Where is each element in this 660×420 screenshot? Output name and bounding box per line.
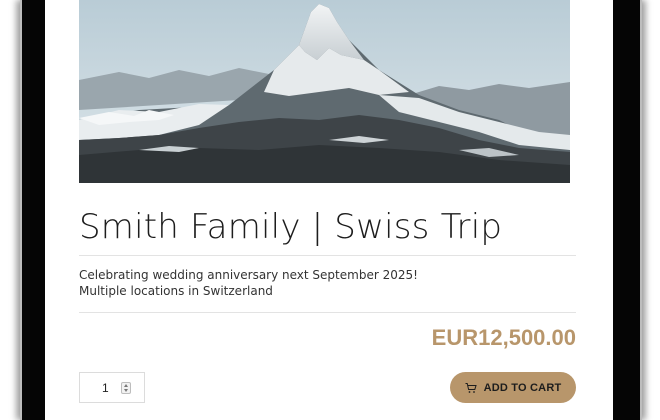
stepper-icon[interactable]: [121, 382, 131, 394]
shopping-cart-icon: [465, 382, 477, 394]
product-screen: Smith Family | Swiss Trip Celebrating we…: [45, 0, 613, 420]
add-to-cart-label: ADD TO CART: [483, 381, 562, 394]
divider: [79, 255, 576, 256]
divider: [79, 312, 576, 313]
product-description: Celebrating wedding anniversary next Sep…: [79, 267, 418, 299]
description-line: Multiple locations in Switzerland: [79, 284, 273, 298]
product-price: EUR12,500.00: [431, 325, 576, 350]
add-to-cart-button[interactable]: ADD TO CART: [450, 372, 576, 403]
page: Smith Family | Swiss Trip Celebrating we…: [0, 0, 660, 420]
product-image: [79, 0, 570, 183]
description-line: Celebrating wedding anniversary next Sep…: [79, 268, 418, 282]
quantity-stepper[interactable]: 1: [79, 372, 145, 403]
mountain-image: [79, 0, 570, 183]
product-title: Smith Family | Swiss Trip: [79, 207, 503, 247]
stepper-down-icon[interactable]: [124, 389, 128, 392]
stepper-up-icon[interactable]: [124, 384, 128, 387]
quantity-value[interactable]: 1: [102, 381, 109, 395]
